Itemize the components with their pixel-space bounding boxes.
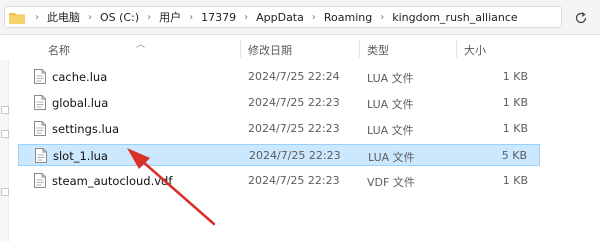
document-file-icon bbox=[34, 69, 46, 84]
file-type: LUA 文件 bbox=[367, 98, 414, 111]
address-bar-strip: › 此电脑 › OS (C:) › 用户 › 17379 › AppData ›… bbox=[0, 0, 600, 35]
breadcrumb-separator: › bbox=[189, 11, 194, 23]
file-modified-date: 2024/7/25 22:23 bbox=[248, 96, 340, 109]
breadcrumb-users[interactable]: 用户 bbox=[159, 9, 181, 25]
column-header-modified[interactable]: 修改日期 bbox=[248, 42, 292, 58]
file-row[interactable]: steam_autocloud.vdf 2024/7/25 22:23 VDF 文件… bbox=[18, 170, 540, 192]
file-size: 1 KB bbox=[502, 70, 528, 83]
refresh-button[interactable] bbox=[572, 9, 590, 27]
file-size: 5 KB bbox=[501, 149, 527, 162]
document-file-icon bbox=[34, 121, 46, 136]
file-size: 1 KB bbox=[502, 174, 528, 187]
file-row[interactable]: cache.lua 2024/7/25 22:24 LUA 文件 1 KB bbox=[18, 66, 540, 88]
document-file-icon bbox=[34, 95, 46, 110]
column-header-type[interactable]: 类型 bbox=[367, 42, 389, 58]
breadcrumb-separator: › bbox=[35, 11, 39, 23]
file-name: steam_autocloud.vdf bbox=[52, 174, 173, 188]
file-type: LUA 文件 bbox=[368, 151, 415, 164]
breadcrumb-roaming[interactable]: Roaming bbox=[324, 11, 372, 24]
file-name: settings.lua bbox=[52, 122, 120, 136]
breadcrumb-appdata[interactable]: AppData bbox=[256, 11, 304, 24]
file-type: VDF 文件 bbox=[367, 176, 415, 189]
breadcrumb-separator: › bbox=[147, 11, 152, 23]
file-size: 1 KB bbox=[502, 122, 528, 135]
file-name: slot_1.lua bbox=[53, 149, 108, 163]
breadcrumb-separator: › bbox=[244, 11, 249, 23]
breadcrumb-this-pc[interactable]: 此电脑 bbox=[47, 9, 80, 25]
file-modified-date: 2024/7/25 22:23 bbox=[248, 122, 340, 135]
document-file-icon bbox=[34, 173, 46, 188]
column-header-row: 名称 修改日期 类型 大小 bbox=[0, 38, 600, 60]
folder-icon bbox=[9, 12, 25, 24]
file-size: 1 KB bbox=[502, 96, 528, 109]
file-row[interactable]: slot_1.lua 2024/7/25 22:23 LUA 文件 5 KB bbox=[18, 144, 540, 166]
file-row[interactable]: global.lua 2024/7/25 22:23 LUA 文件 1 KB bbox=[18, 92, 540, 114]
column-header-name[interactable]: 名称 bbox=[48, 42, 70, 58]
address-bar[interactable]: › 此电脑 › OS (C:) › 用户 › 17379 › AppData ›… bbox=[4, 6, 562, 28]
file-name: global.lua bbox=[52, 96, 109, 110]
navigation-pane-edge bbox=[0, 60, 9, 242]
breadcrumb-separator: › bbox=[311, 11, 316, 23]
column-header-size[interactable]: 大小 bbox=[464, 42, 486, 58]
file-modified-date: 2024/7/25 22:23 bbox=[249, 149, 341, 162]
file-modified-date: 2024/7/25 22:24 bbox=[248, 70, 340, 83]
breadcrumb-separator: › bbox=[380, 11, 385, 23]
breadcrumb-user-folder[interactable]: 17379 bbox=[201, 11, 236, 24]
breadcrumb-kingdom-rush-alliance[interactable]: kingdom_rush_alliance bbox=[392, 11, 517, 24]
file-name: cache.lua bbox=[52, 70, 108, 84]
file-modified-date: 2024/7/25 22:23 bbox=[248, 174, 340, 187]
file-row[interactable]: settings.lua 2024/7/25 22:23 LUA 文件 1 KB bbox=[18, 118, 540, 140]
file-type: LUA 文件 bbox=[367, 72, 414, 85]
refresh-icon bbox=[575, 12, 587, 24]
document-file-icon bbox=[35, 148, 47, 163]
breadcrumb-separator: › bbox=[88, 11, 92, 23]
breadcrumb-os-drive[interactable]: OS (C:) bbox=[100, 11, 139, 24]
file-type: LUA 文件 bbox=[367, 124, 414, 137]
